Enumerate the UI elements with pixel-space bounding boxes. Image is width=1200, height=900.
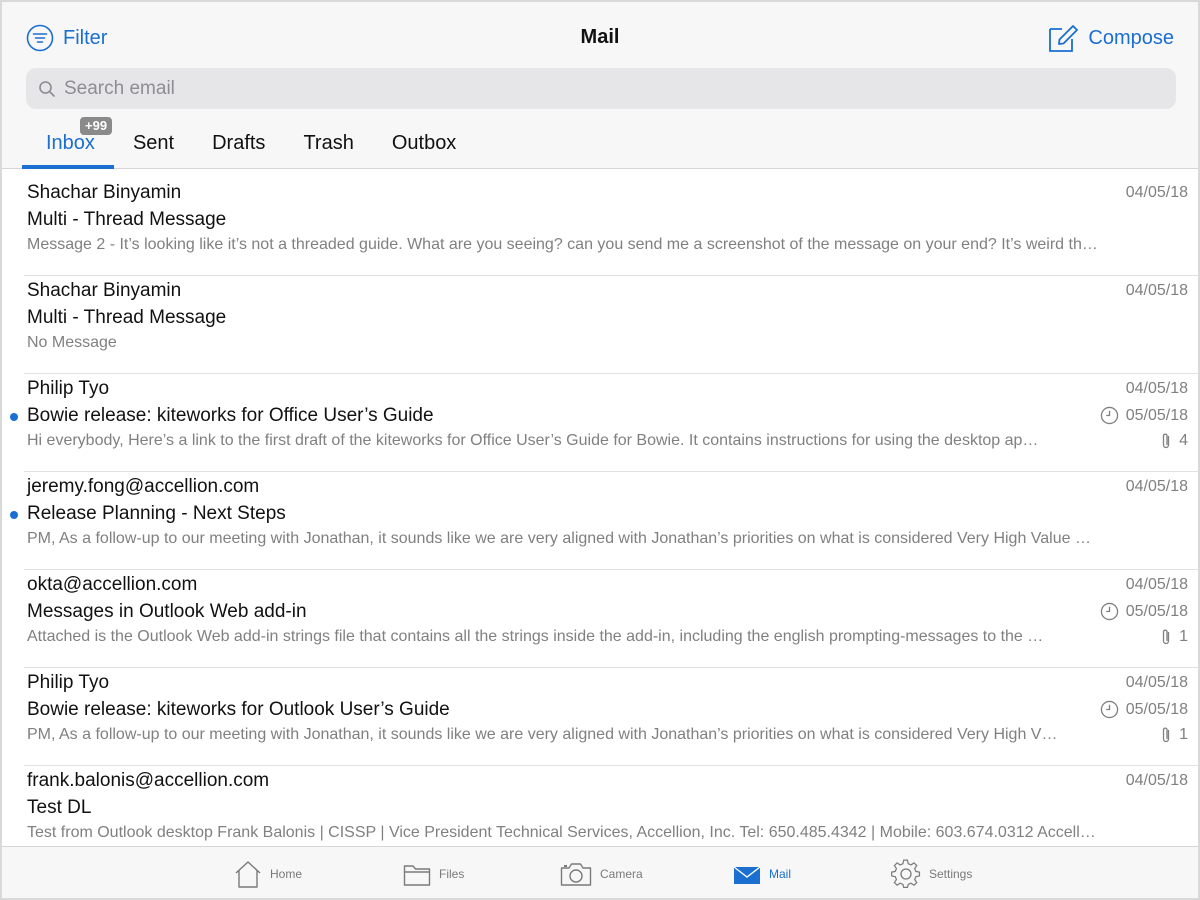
- nav-label: Settings: [929, 867, 973, 881]
- compose-button[interactable]: Compose: [1048, 22, 1174, 54]
- message-sender: jeremy.fong@accellion.com: [27, 476, 260, 497]
- followup-date-text: 05/05/18: [1125, 602, 1188, 620]
- compose-icon: [1049, 25, 1079, 52]
- attachment-count-text: 1: [1179, 628, 1188, 645]
- message-subject: Release Planning - Next Steps: [27, 503, 286, 524]
- attachment-count: 1: [1159, 726, 1188, 744]
- message-row[interactable]: frank.balonis@accellion.com Test DL Test…: [24, 766, 1198, 846]
- message-sender: okta@accellion.com: [27, 574, 198, 595]
- attachment-count-text: 1: [1179, 726, 1188, 743]
- message-date: 04/05/18: [1125, 184, 1188, 201]
- nav-label: Files: [439, 867, 465, 881]
- clock-icon: [1100, 700, 1118, 719]
- clock-icon: [1100, 602, 1118, 621]
- message-preview: Test from Outlook desktop Frank Balonis …: [27, 824, 1096, 841]
- message-row[interactable]: Shachar Binyamin Multi - Thread Message …: [24, 178, 1198, 276]
- message-date: 04/05/18: [1125, 772, 1188, 789]
- tab-trash[interactable]: Trash: [284, 120, 372, 169]
- nav-files[interactable]: Files: [403, 857, 464, 891]
- attachment-count: 4: [1159, 432, 1188, 450]
- message-date: 04/05/18: [1125, 576, 1188, 593]
- message-subject: Bowie release: kiteworks for Outlook Use…: [27, 699, 450, 720]
- message-sender: Philip Tyo: [27, 378, 110, 399]
- tab-sent[interactable]: Sent: [114, 120, 193, 169]
- nav-home[interactable]: Home: [234, 857, 302, 891]
- nav-label: Mail: [769, 867, 792, 881]
- message-sender: Shachar Binyamin: [27, 280, 182, 301]
- message-preview: PM, As a follow-up to our meeting with J…: [27, 726, 1058, 743]
- attachment-count-text: 4: [1179, 432, 1188, 449]
- nav-label: Camera: [600, 867, 643, 881]
- compose-label: Compose: [1088, 26, 1174, 49]
- nav-camera[interactable]: Camera: [560, 857, 643, 891]
- unread-indicator: [10, 511, 18, 519]
- message-preview: No Message: [27, 334, 117, 351]
- search-icon: [39, 80, 55, 97]
- message-date: 04/05/18: [1125, 478, 1188, 495]
- message-row[interactable]: Shachar Binyamin Multi - Thread Message …: [24, 276, 1198, 374]
- bottom-navigation: Home Files Camera Mail Settings: [2, 846, 1198, 898]
- tab-label: Inbox: [46, 132, 95, 154]
- message-subject: Test DL: [27, 797, 92, 818]
- followup-date: 05/05/18: [1100, 700, 1188, 719]
- mail-app-window: Filter Mail Compose Inbox +99 Sent: [0, 0, 1200, 900]
- message-subject: Multi - Thread Message: [27, 307, 227, 328]
- message-row[interactable]: Philip Tyo Bowie release: kiteworks for …: [24, 668, 1198, 766]
- followup-date-text: 05/05/18: [1125, 406, 1188, 424]
- message-sender: Philip Tyo: [27, 672, 110, 693]
- message-preview: Hi everybody, Here’s a link to the first…: [27, 432, 1039, 449]
- message-preview: Message 2 - It’s looking like it’s not a…: [27, 236, 1098, 253]
- message-list: Shachar Binyamin Multi - Thread Message …: [2, 178, 1198, 846]
- message-row[interactable]: jeremy.fong@accellion.com Release Planni…: [10, 472, 1198, 570]
- tab-outbox[interactable]: Outbox: [373, 120, 475, 169]
- header-bar: Filter Mail Compose Inbox +99 Sent: [2, 2, 1198, 169]
- nav-label: Home: [270, 867, 303, 881]
- folder-icon: [403, 865, 431, 886]
- paperclip-icon: [1162, 629, 1170, 645]
- mailbox-tabs: Inbox +99 Sent Drafts Trash Outbox: [22, 117, 475, 169]
- message-preview: PM, As a follow-up to our meeting with J…: [27, 530, 1091, 547]
- message-preview: Attached is the Outlook Web add-in strin…: [27, 628, 1044, 645]
- message-sender: Shachar Binyamin: [27, 182, 182, 203]
- tab-inbox[interactable]: Inbox +99: [22, 117, 114, 169]
- followup-date-text: 05/05/18: [1125, 700, 1188, 718]
- paperclip-icon: [1162, 433, 1170, 449]
- nav-settings[interactable]: Settings: [891, 857, 972, 891]
- clock-icon: [1100, 406, 1118, 425]
- message-date: 04/05/18: [1125, 282, 1188, 299]
- unread-indicator: [10, 413, 18, 421]
- gear-icon: [891, 859, 921, 888]
- paperclip-icon: [1162, 727, 1170, 743]
- followup-date: 05/05/18: [1100, 406, 1188, 425]
- attachment-count: 1: [1159, 628, 1188, 646]
- home-icon: [235, 861, 261, 888]
- search-bar: [26, 68, 1176, 109]
- camera-icon: [560, 863, 592, 886]
- message-row[interactable]: okta@accellion.com Messages in Outlook W…: [24, 570, 1198, 668]
- message-subject: Messages in Outlook Web add-in: [27, 601, 307, 622]
- followup-date: 05/05/18: [1100, 602, 1188, 621]
- search-input[interactable]: [64, 77, 1144, 100]
- message-subject: Multi - Thread Message: [27, 209, 227, 230]
- tab-label: Trash: [303, 132, 354, 154]
- message-date: 04/05/18: [1125, 674, 1188, 691]
- mail-icon: [733, 866, 761, 884]
- nav-mail[interactable]: Mail: [733, 857, 791, 891]
- unread-count-badge: +99: [80, 117, 113, 135]
- message-date: 04/05/18: [1125, 380, 1188, 397]
- message-row[interactable]: Philip Tyo Bowie release: kiteworks for …: [10, 374, 1198, 472]
- message-subject: Bowie release: kiteworks for Office User…: [27, 405, 434, 426]
- tab-label: Drafts: [212, 132, 266, 154]
- tab-label: Sent: [132, 132, 175, 154]
- tab-drafts[interactable]: Drafts: [193, 120, 284, 169]
- message-sender: frank.balonis@accellion.com: [27, 770, 270, 791]
- tab-label: Outbox: [391, 132, 457, 154]
- page-title: Mail: [580, 26, 620, 48]
